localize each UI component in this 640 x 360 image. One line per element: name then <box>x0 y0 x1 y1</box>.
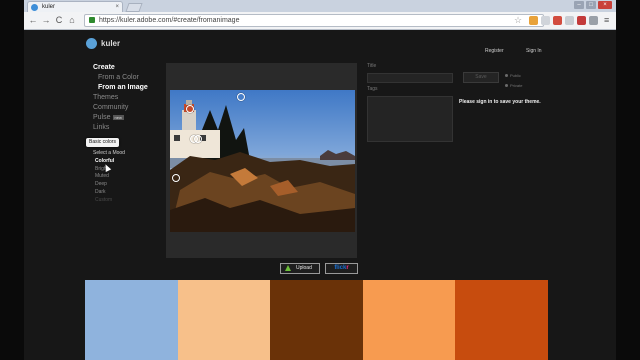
color-picker-handle[interactable] <box>237 93 245 101</box>
main-nav: Create From a Color From an Image Themes… <box>93 63 153 133</box>
nav-themes[interactable]: Themes <box>93 93 153 103</box>
theme-form: Title Save Public Private Tags Please si… <box>367 63 547 163</box>
extension-icon[interactable] <box>577 16 586 25</box>
lock-icon <box>89 17 95 23</box>
swatch-5[interactable] <box>455 280 548 360</box>
back-arrow-icon[interactable]: ← <box>28 15 38 25</box>
public-radio[interactable] <box>505 74 508 77</box>
flickr-logo-part2: r <box>346 265 349 271</box>
extension-icon[interactable] <box>589 16 598 25</box>
kuler-logo-text[interactable]: kuler <box>101 38 120 49</box>
tooltip: Basic colors <box>86 138 119 147</box>
flickr-button[interactable]: flickr <box>325 263 358 274</box>
swatch-3[interactable] <box>270 280 363 360</box>
mood-list: Select a Mood Colorful Bright Muted Deep… <box>93 150 153 205</box>
flickr-logo-part1: flick <box>334 265 347 271</box>
reload-icon[interactable]: C <box>54 15 64 25</box>
browser-chrome: kuler × – □ × ← → C ⌂ https://kuler.adob… <box>24 0 616 30</box>
lighthouse-photo <box>170 90 355 232</box>
register-link[interactable]: Register <box>485 48 504 54</box>
extension-icon[interactable] <box>529 16 538 25</box>
browser-toolbar: ← → C ⌂ https://kuler.adobe.com/#create/… <box>24 12 616 30</box>
nav-from-a-color[interactable]: From a Color <box>93 73 153 83</box>
tags-label: Tags <box>367 86 378 92</box>
mood-deep[interactable]: Deep <box>93 181 153 189</box>
address-url: https://kuler.adobe.com/#create/fromanim… <box>99 17 240 24</box>
swatch-4[interactable] <box>362 280 456 360</box>
image-panel <box>166 63 357 258</box>
tab-strip: kuler × – □ × <box>24 0 616 12</box>
nav-pulse[interactable]: Pulse new <box>93 113 153 123</box>
save-button[interactable]: Save <box>463 72 499 83</box>
color-picker-handle[interactable] <box>186 105 194 113</box>
nav-pulse-label: Pulse <box>93 114 111 121</box>
swatch-1[interactable] <box>85 280 178 360</box>
mood-muted[interactable]: Muted <box>93 173 153 181</box>
bookmark-star-icon[interactable]: ☆ <box>514 15 522 25</box>
new-tab-button[interactable] <box>125 3 143 12</box>
upload-arrow-icon <box>285 265 291 271</box>
mood-dark[interactable]: Dark <box>93 189 153 197</box>
nav-community[interactable]: Community <box>93 103 153 113</box>
mood-bright[interactable]: Bright <box>93 166 153 174</box>
minimize-button[interactable]: – <box>574 1 584 9</box>
private-label: Private <box>510 83 523 88</box>
gmail-extension-icon[interactable] <box>553 16 562 25</box>
tab-title: kuler <box>42 4 56 10</box>
title-label: Title <box>367 63 377 69</box>
nav-from-an-image[interactable]: From an Image <box>93 83 153 93</box>
home-icon[interactable]: ⌂ <box>67 15 77 25</box>
private-radio[interactable] <box>505 84 508 87</box>
address-bar[interactable]: https://kuler.adobe.com/#create/fromanim… <box>84 14 544 27</box>
window-controls: – □ × <box>574 1 612 11</box>
new-badge: new <box>112 114 124 120</box>
browser-tab[interactable]: kuler × <box>27 1 123 12</box>
title-input[interactable] <box>367 73 453 83</box>
kuler-page: kuler Register Sign In Create From a Col… <box>24 30 616 360</box>
color-picker-handle[interactable] <box>194 135 202 143</box>
tags-input[interactable] <box>367 96 453 142</box>
signin-message: Please sign in to save your theme. <box>459 99 541 105</box>
mood-label[interactable]: Select a Mood <box>93 150 153 158</box>
extension-icon[interactable] <box>565 16 574 25</box>
color-theme-swatches <box>85 280 548 360</box>
sign-in-link[interactable]: Sign In <box>526 48 542 54</box>
source-photo[interactable] <box>170 90 355 232</box>
public-label: Public <box>510 73 521 78</box>
nav-links[interactable]: Links <box>93 123 153 133</box>
mood-colorful[interactable]: Colorful <box>93 158 153 166</box>
upload-label: Upload <box>296 265 312 271</box>
browser-menu-icon[interactable]: ≡ <box>604 15 609 25</box>
nav-create[interactable]: Create <box>93 63 153 73</box>
mood-custom[interactable]: Custom <box>93 197 153 205</box>
kuler-logo-icon[interactable] <box>86 38 97 49</box>
color-picker-handle[interactable] <box>172 174 180 182</box>
extension-icon[interactable] <box>541 16 550 25</box>
kuler-favicon-icon <box>31 4 38 11</box>
upload-button[interactable]: Upload <box>280 263 320 274</box>
maximize-button[interactable]: □ <box>586 1 596 9</box>
swatch-2[interactable] <box>177 280 271 360</box>
close-window-button[interactable]: × <box>598 1 612 9</box>
forward-arrow-icon[interactable]: → <box>41 15 51 25</box>
